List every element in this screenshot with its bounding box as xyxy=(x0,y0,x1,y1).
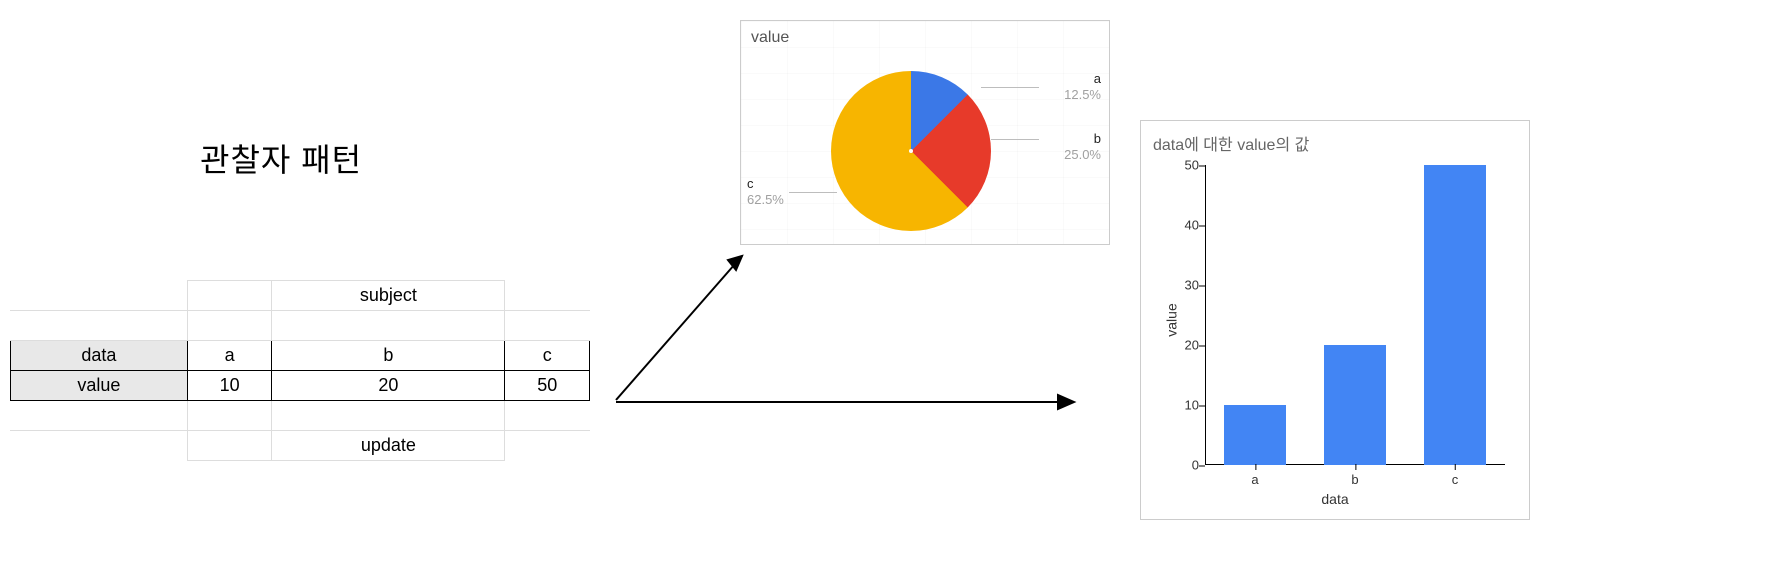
y-tick: 40 xyxy=(1165,218,1199,233)
y-tick: 0 xyxy=(1165,458,1199,473)
table-row: update xyxy=(11,431,590,461)
pie-label-b: b 25.0% xyxy=(1041,131,1101,162)
pie-label-percent: 62.5% xyxy=(747,192,807,208)
bar-chart: data에 대한 value의 값 value data 01020304050… xyxy=(1140,120,1530,520)
bar-plot-area: 01020304050abc xyxy=(1205,165,1505,465)
y-tick: 30 xyxy=(1165,278,1199,293)
subject-label: subject xyxy=(272,281,505,311)
pie-label-name: c xyxy=(747,176,807,192)
y-axis xyxy=(1205,165,1206,465)
table-row: subject xyxy=(11,281,590,311)
x-tick: c xyxy=(1452,472,1459,487)
table-cell: 50 xyxy=(505,371,590,401)
page-title: 관찰자 패턴 xyxy=(200,135,362,181)
pie-label-c: c 62.5% xyxy=(747,176,807,207)
row-header: value xyxy=(11,371,188,401)
table-row: data a b c xyxy=(11,341,590,371)
table-cell: c xyxy=(505,341,590,371)
pie-label-percent: 12.5% xyxy=(1041,87,1101,103)
table-cell: 10 xyxy=(187,371,271,401)
table-row xyxy=(11,401,590,431)
pie-graphic xyxy=(831,71,991,231)
x-tick: a xyxy=(1251,472,1258,487)
row-header: data xyxy=(11,341,188,371)
table-cell: 20 xyxy=(272,371,505,401)
bar-xlabel: data xyxy=(1141,491,1529,507)
pie-title: value xyxy=(751,29,789,47)
bar xyxy=(1324,345,1386,465)
y-tick: 20 xyxy=(1165,338,1199,353)
y-tick: 10 xyxy=(1165,398,1199,413)
table-cell: b xyxy=(272,341,505,371)
subject-table: subject data a b c value 10 20 50 update xyxy=(10,280,590,461)
table-cell: a xyxy=(187,341,271,371)
arrow-to-bar xyxy=(610,370,1080,430)
pie-label-percent: 25.0% xyxy=(1041,147,1101,163)
pie-label-name: b xyxy=(1041,131,1101,147)
pie-label-a: a 12.5% xyxy=(1041,71,1101,102)
pie-chart: value a 12.5% b 25.0% c 62.5% xyxy=(740,20,1110,245)
bar-ylabel: value xyxy=(1164,303,1180,336)
bar-title: data에 대한 value의 값 xyxy=(1153,131,1309,155)
bar xyxy=(1424,165,1486,465)
table-row xyxy=(11,311,590,341)
table-row: value 10 20 50 xyxy=(11,371,590,401)
y-tick: 50 xyxy=(1165,158,1199,173)
bar xyxy=(1224,405,1286,465)
update-label: update xyxy=(272,431,505,461)
pie-label-name: a xyxy=(1041,71,1101,87)
x-tick: b xyxy=(1351,472,1358,487)
